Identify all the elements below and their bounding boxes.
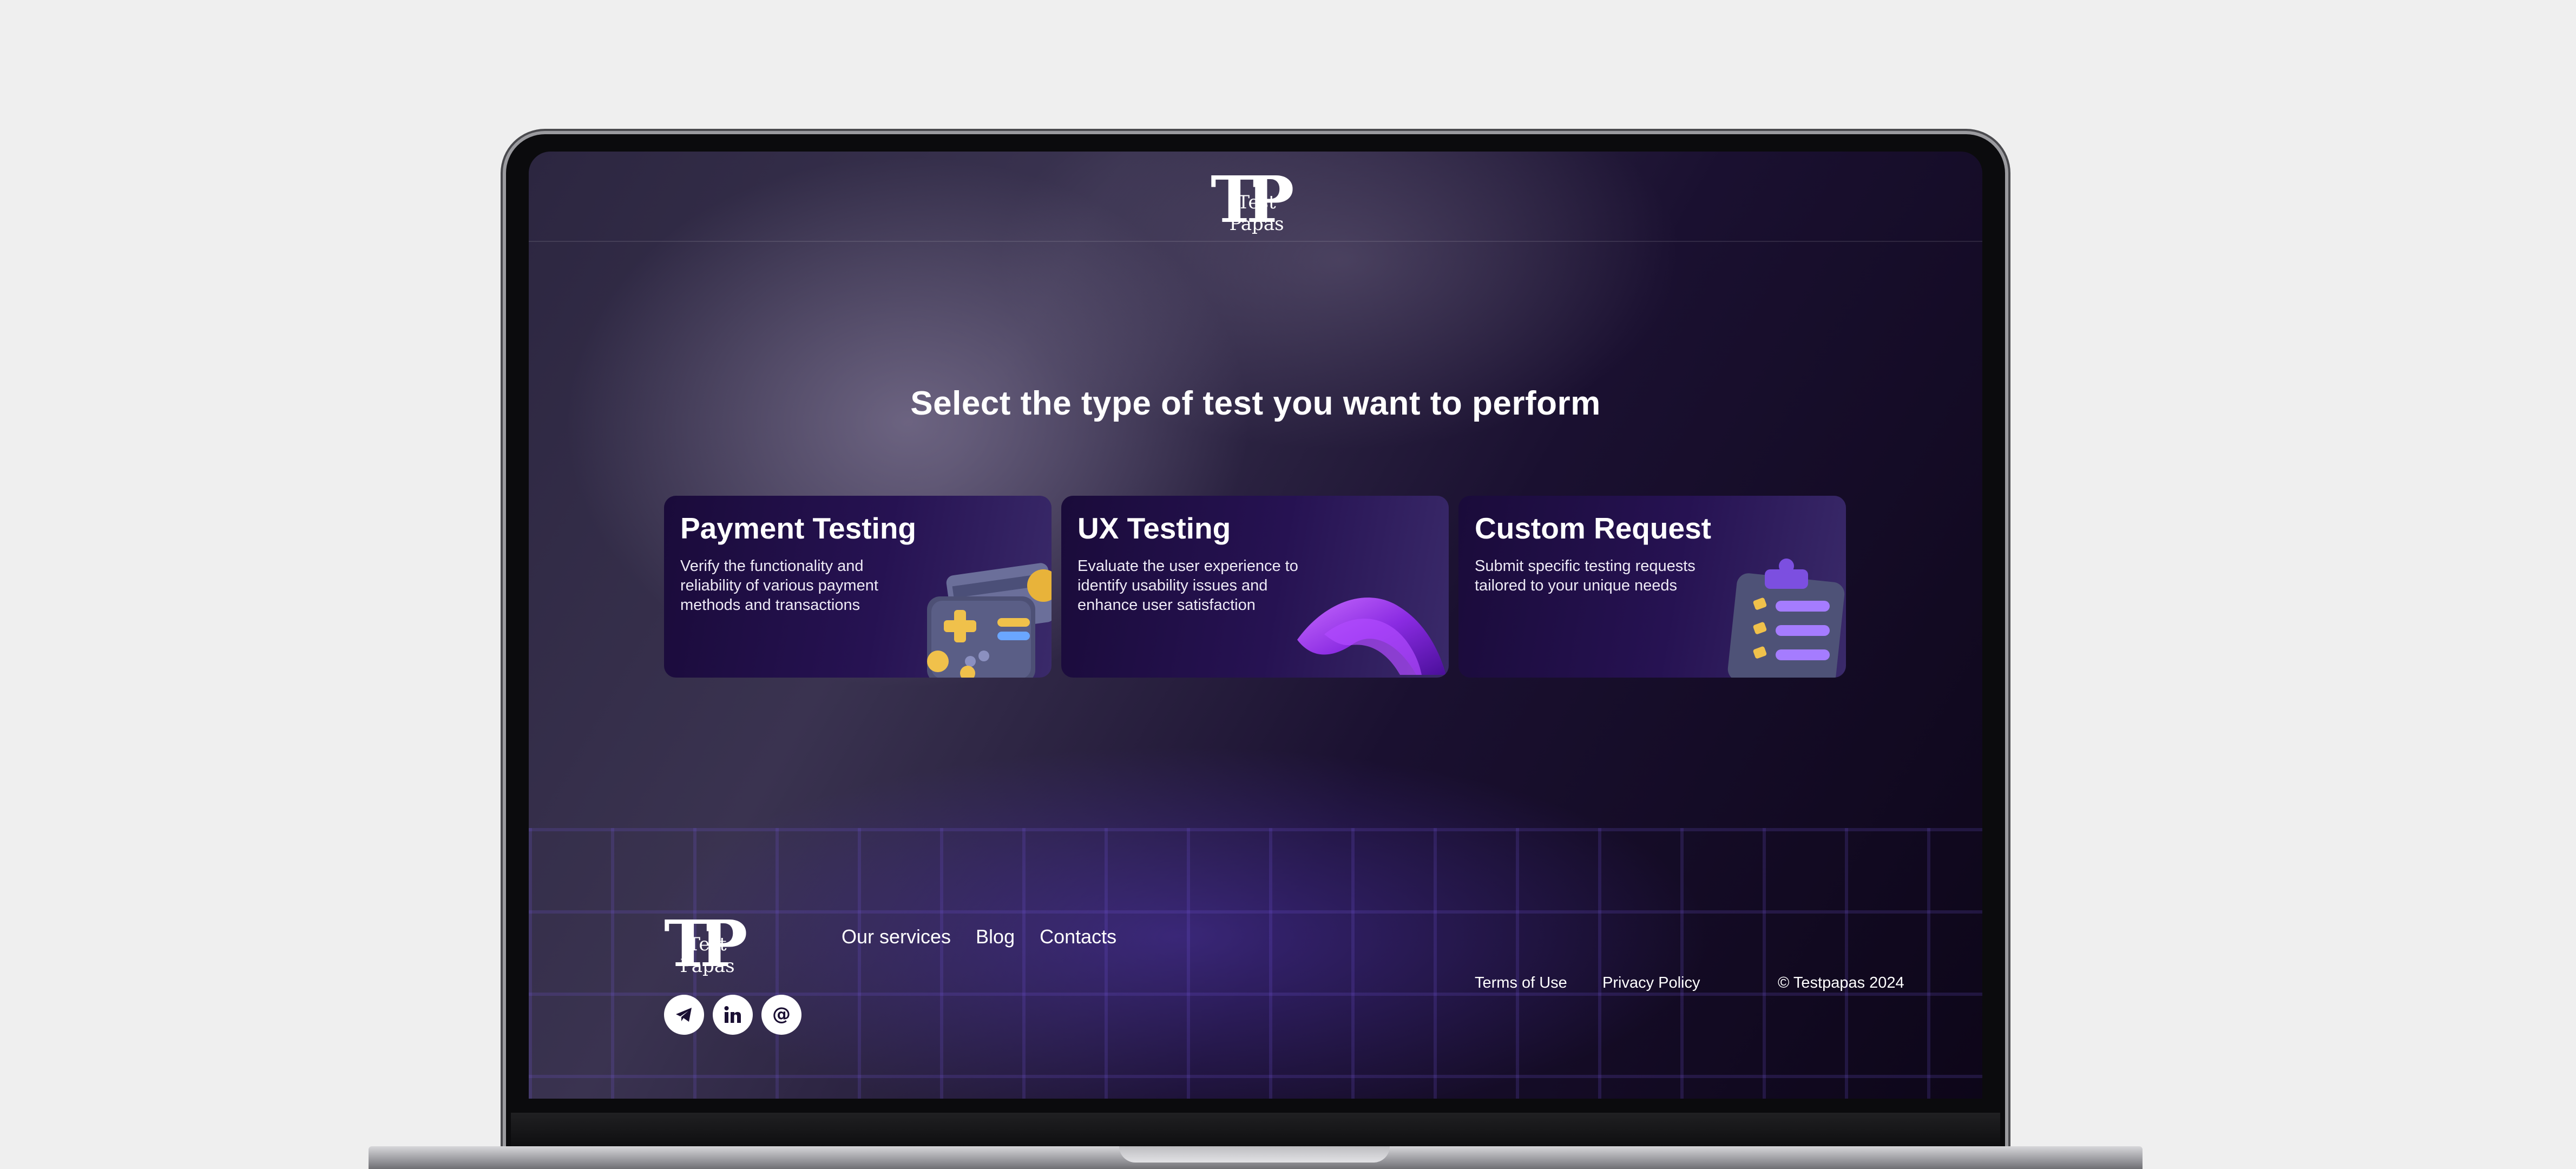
- card-description: Submit specific testing requests tailore…: [1475, 557, 1696, 594]
- telegram-button[interactable]: [664, 995, 704, 1035]
- logo-wordmark: Test Papas: [1229, 192, 1284, 235]
- terms-of-use-link[interactable]: Terms of Use: [1475, 974, 1567, 992]
- header-logo[interactable]: TP Test Papas: [1211, 168, 1303, 235]
- laptop-notch: [1119, 1146, 1390, 1163]
- card-title: Payment Testing: [680, 511, 917, 545]
- card-description: Verify the functionality and reliability…: [680, 557, 878, 614]
- nav-blog[interactable]: Blog: [976, 925, 1015, 948]
- screen: TP Test Papas Select the type of test yo…: [529, 152, 1982, 1099]
- nav-contacts[interactable]: Contacts: [1040, 925, 1116, 948]
- footer-logo[interactable]: TP Test Papas: [664, 912, 751, 977]
- email-button[interactable]: @: [761, 995, 801, 1035]
- privacy-policy-link[interactable]: Privacy Policy: [1602, 974, 1700, 992]
- card-title: UX Testing: [1077, 511, 1231, 545]
- payment-card-icon: [927, 563, 1052, 678]
- abstract-ribbon-icon: [1297, 597, 1446, 675]
- footer-nav: Our services Blog Contacts: [842, 925, 1116, 948]
- telegram-icon: [676, 1008, 692, 1022]
- linkedin-icon: [724, 1006, 741, 1023]
- email-at-icon: @: [772, 1004, 791, 1025]
- linkedin-button[interactable]: [713, 995, 753, 1035]
- card-title: Custom Request: [1475, 511, 1711, 545]
- nav-our-services[interactable]: Our services: [842, 925, 951, 948]
- page-title: Select the type of test you want to perf…: [910, 385, 1601, 422]
- social-links: @: [664, 995, 801, 1035]
- header: TP Test Papas: [529, 152, 1982, 242]
- card-custom-request[interactable]: Custom Request Submit specific testing r…: [1458, 496, 1846, 678]
- card-payment-testing[interactable]: Payment Testing Verify the functionality…: [664, 496, 1052, 678]
- card-ux-testing[interactable]: UX Testing Evaluate the user experience …: [1061, 496, 1449, 678]
- copyright-text: © Testpapas 2024: [1778, 974, 1904, 991]
- svg-text:@: @: [772, 1004, 791, 1025]
- card-description: Evaluate the user experience to identify…: [1077, 557, 1298, 614]
- laptop-hinge: [511, 1113, 2000, 1147]
- clipboard-checklist-icon: [1727, 559, 1845, 678]
- logo-wordmark: Test Papas: [680, 934, 735, 977]
